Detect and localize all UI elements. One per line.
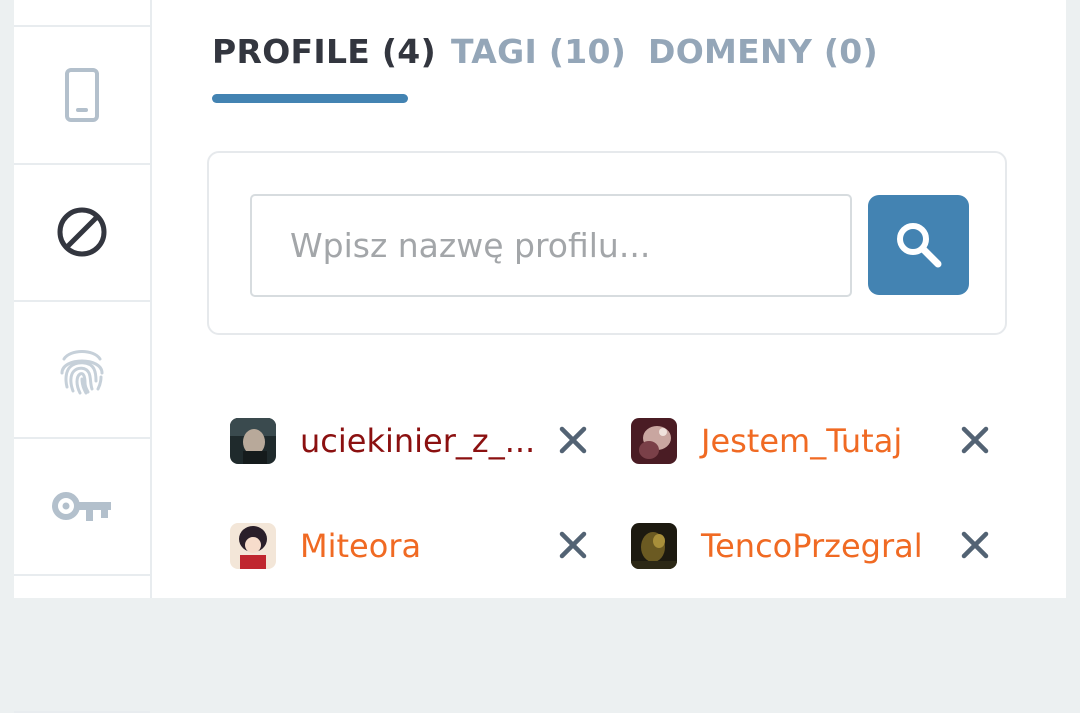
search-icon	[896, 223, 941, 268]
sidebar-top-item[interactable]	[14, 0, 150, 27]
sidebar	[14, 0, 152, 713]
sidebar-item-blocked[interactable]	[14, 164, 150, 302]
sidebar-item-fingerprint[interactable]	[14, 301, 150, 439]
search-panel	[207, 151, 1007, 335]
avatar[interactable]	[230, 418, 276, 464]
profile-item: Miteora	[230, 523, 600, 573]
close-icon	[961, 531, 989, 559]
close-icon	[559, 426, 587, 454]
remove-profile-button[interactable]	[958, 528, 992, 562]
profile-name[interactable]: TencoPrzegral	[701, 525, 923, 567]
remove-profile-button[interactable]	[556, 423, 590, 457]
key-icon	[52, 492, 111, 521]
search-button[interactable]	[868, 195, 969, 295]
remove-profile-button[interactable]	[958, 423, 992, 457]
remove-profile-button[interactable]	[556, 528, 590, 562]
page: PROFILE (4) TAGI (10) DOMENY (0) uciekin…	[14, 0, 1066, 713]
sidebar-item-password[interactable]	[14, 438, 150, 576]
block-icon	[57, 207, 107, 257]
avatar[interactable]	[230, 523, 276, 569]
avatar[interactable]	[631, 523, 677, 569]
sidebar-item-more[interactable]	[14, 575, 150, 713]
close-icon	[961, 426, 989, 454]
sidebar-item-phone[interactable]	[14, 27, 150, 165]
avatar[interactable]	[631, 418, 677, 464]
profile-item: TencoPrzegral	[631, 523, 1001, 573]
active-tab-indicator	[212, 94, 408, 103]
tab-tags[interactable]: TAGI (10)	[451, 30, 626, 74]
profile-name[interactable]: Miteora	[300, 525, 421, 567]
fingerprint-icon	[60, 350, 104, 395]
close-icon	[559, 531, 587, 559]
search-input[interactable]	[250, 194, 852, 297]
tab-profile[interactable]: PROFILE (4)	[212, 30, 436, 74]
profile-name[interactable]: Jestem_Tutaj	[701, 420, 902, 462]
profile-item: Jestem_Tutaj	[631, 418, 1001, 468]
phone-icon	[65, 68, 99, 122]
profile-item: uciekinier_z_...	[230, 418, 600, 468]
profile-name[interactable]: uciekinier_z_...	[300, 420, 535, 462]
tab-domains[interactable]: DOMENY (0)	[648, 30, 878, 74]
